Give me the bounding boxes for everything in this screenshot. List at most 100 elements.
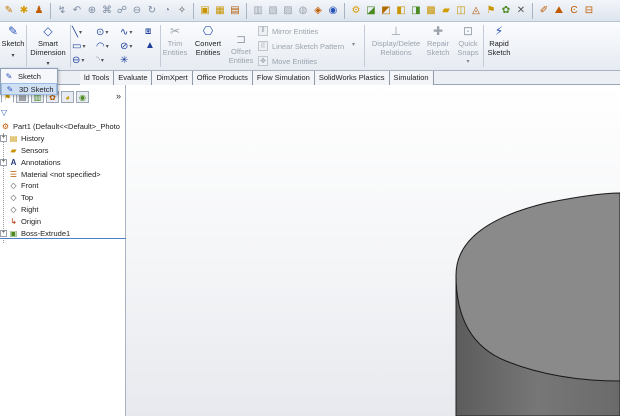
rapid-sketch-button[interactable]: ⚡ Rapid Sketch: [485, 24, 513, 58]
plane-tool-icon[interactable]: ▲: [145, 40, 155, 51]
redo-icon[interactable]: ⊕: [85, 4, 99, 18]
quick-access-toolbar: ✎ ✱ ♟ ↯ ↶ ⊕ ⌘ ☍ ⊖ ↻ ◔ ✧ ▣ ▦ ▤ ▥ ▧ ▨ ◍ ◈ …: [0, 0, 620, 22]
view-icon[interactable]: ▦: [213, 4, 227, 18]
chevron-down-icon[interactable]: ▾: [466, 58, 469, 67]
rectangle-tool-icon[interactable]: ▭ ▾: [72, 39, 96, 53]
slot-tool-icon[interactable]: ⊖ ▾: [72, 53, 96, 67]
display-manager-tab-icon[interactable]: ◕: [61, 91, 74, 103]
smart-dim-icon[interactable]: ◩: [379, 4, 393, 18]
color-icon[interactable]: ◉: [326, 4, 340, 18]
display-delete-relations-button[interactable]: ⊥ Display/Delete Relations: [368, 24, 424, 58]
tree-item-sensors[interactable]: ▰ Sensors: [0, 145, 126, 157]
offset-entities-button[interactable]: ⊐ Offset Entities: [226, 32, 256, 66]
select-icon[interactable]: ▣: [198, 4, 212, 18]
box-icon[interactable]: ▤: [228, 4, 242, 18]
feature-icon[interactable]: ▩: [424, 4, 438, 18]
chevron-down-icon[interactable]: ▾: [352, 41, 355, 48]
save-icon[interactable]: ♟: [32, 4, 46, 18]
separator: [532, 2, 533, 19]
rebuild-icon[interactable]: ⌘: [100, 4, 114, 18]
rollback-bar[interactable]: [0, 238, 126, 239]
filter-icon[interactable]: ▽: [1, 108, 7, 117]
circle-icon[interactable]: ◔: [160, 4, 174, 18]
tree-item-front[interactable]: ◇ Front: [0, 180, 126, 192]
tab-flow-simulation[interactable]: Flow Simulation: [252, 71, 315, 85]
rotate-icon[interactable]: ◍: [296, 4, 310, 18]
tab-evaluate[interactable]: Evaluate: [114, 71, 153, 85]
circle-tool-icon[interactable]: ⊙ ▾: [96, 25, 120, 39]
arc-tool-icon[interactable]: ◠ ▾: [96, 39, 120, 53]
note-icon[interactable]: ◫: [454, 4, 468, 18]
tab-simulation[interactable]: Simulation: [389, 71, 434, 85]
zoom-to-fit-icon[interactable]: ⊕: [591, 85, 599, 86]
flag-icon[interactable]: ⚑: [484, 4, 498, 18]
convert-entities-button[interactable]: ⎔ Convert Entities: [190, 24, 226, 58]
tree-root[interactable]: ⚙ Part1 (Default<<Default>_Photo: [0, 121, 126, 133]
options-icon[interactable]: ☍: [115, 4, 129, 18]
tab-dimxpert[interactable]: DimXpert: [152, 71, 193, 85]
chevron-down-icon[interactable]: ▾: [11, 52, 14, 61]
spline-tool-icon[interactable]: ∿ ▾: [120, 25, 144, 39]
text-tool-icon[interactable]: ⧆: [145, 26, 151, 37]
appearance-icon[interactable]: ⚙: [349, 4, 363, 18]
tree-item-origin[interactable]: ↳ Origin: [0, 215, 126, 227]
scene-icon[interactable]: ◪: [364, 4, 378, 18]
graphics-area[interactable]: ⊕ ⊗ ∇: [126, 85, 620, 416]
trim-entities-button[interactable]: ✂ Trim Entities: [162, 24, 188, 58]
ellipse-tool-icon[interactable]: ⊘ ▾: [120, 39, 144, 53]
section-icon[interactable]: ◈: [311, 4, 325, 18]
tree-item-material[interactable]: ☰ Material <not specified>: [0, 168, 126, 180]
mirror-entities-button[interactable]: ⫴ Mirror Entities: [258, 26, 318, 36]
line-tool-icon[interactable]: ╲ ▾: [72, 25, 96, 39]
zoom-icon[interactable]: ▧: [266, 4, 280, 18]
zoom-area-icon[interactable]: ⊗: [602, 85, 610, 86]
fill-icon[interactable]: ⛰: [552, 4, 566, 18]
sketch-button[interactable]: ✎ Sketch ▾: [2, 24, 25, 61]
expand-toggle[interactable]: +: [0, 135, 7, 143]
expand-panel-icon[interactable]: »: [116, 91, 121, 101]
linear-sketch-pattern-button[interactable]: ⠿ Linear Sketch Pattern: [258, 41, 344, 51]
print-icon[interactable]: ↯: [55, 4, 69, 18]
pan-icon[interactable]: ▨: [281, 4, 295, 18]
menu-item-sketch[interactable]: ✎ Sketch: [1, 70, 57, 82]
settings-icon[interactable]: ✕: [514, 4, 528, 18]
repair-sketch-button[interactable]: ✚ Repair Sketch: [424, 24, 452, 58]
new-icon[interactable]: ✎: [2, 4, 16, 18]
smart-dimension-button[interactable]: ◇ Smart Dimension ▾: [28, 24, 68, 69]
paint-icon[interactable]: ⊟: [582, 4, 596, 18]
sketch-grid-icon[interactable]: ⊖: [130, 4, 144, 18]
move-entities-button[interactable]: ✥ Move Entities: [258, 56, 317, 66]
box2-icon[interactable]: ▥: [251, 4, 265, 18]
line-icon[interactable]: ↻: [145, 4, 159, 18]
tree-item-right[interactable]: ◇ Right: [0, 204, 126, 216]
open-icon[interactable]: ✱: [17, 4, 31, 18]
tree-item-annotations[interactable]: + A Annotations: [0, 156, 126, 168]
fillet-tool-icon[interactable]: ◝ ▾: [96, 53, 120, 67]
appearance-tab-icon[interactable]: ◉: [76, 91, 89, 103]
folder-icon[interactable]: ▰: [439, 4, 453, 18]
tab-solidworks-plastics[interactable]: SolidWorks Plastics: [314, 71, 390, 85]
c-icon[interactable]: Ͼ: [567, 4, 581, 18]
star-icon[interactable]: ✿: [499, 4, 513, 18]
menu-item-label: Sketch: [18, 71, 41, 81]
sketch-tool-icon[interactable]: ◧: [394, 4, 408, 18]
arrow-icon[interactable]: ✐: [537, 4, 551, 18]
undo-icon[interactable]: ↶: [70, 4, 84, 18]
tree-item-top[interactable]: ◇ Top: [0, 192, 126, 204]
tab-ld-tools[interactable]: ld Tools: [80, 71, 115, 85]
previous-view-icon[interactable]: ∇: [614, 85, 620, 86]
relation-icon[interactable]: ◨: [409, 4, 423, 18]
point-tool-icon[interactable]: ✳: [120, 53, 144, 67]
extrude-icon: ▣: [9, 228, 18, 238]
tab-office-products[interactable]: Office Products: [192, 71, 253, 85]
quick-snaps-button[interactable]: ⊡ Quick Snaps ▾: [454, 24, 482, 67]
plane-icon: ◇: [10, 181, 17, 191]
expand-toggle[interactable]: +: [0, 229, 7, 237]
cylinder-model[interactable]: [126, 85, 620, 416]
separator: [50, 2, 51, 19]
tree-item-history[interactable]: + ▤ History: [0, 133, 126, 145]
layer-icon[interactable]: ◬: [469, 4, 483, 18]
expand-toggle[interactable]: +: [0, 158, 7, 166]
arc-icon[interactable]: ✧: [175, 4, 189, 18]
menu-item-3d-sketch[interactable]: ✎ 3D Sketch: [1, 83, 57, 95]
